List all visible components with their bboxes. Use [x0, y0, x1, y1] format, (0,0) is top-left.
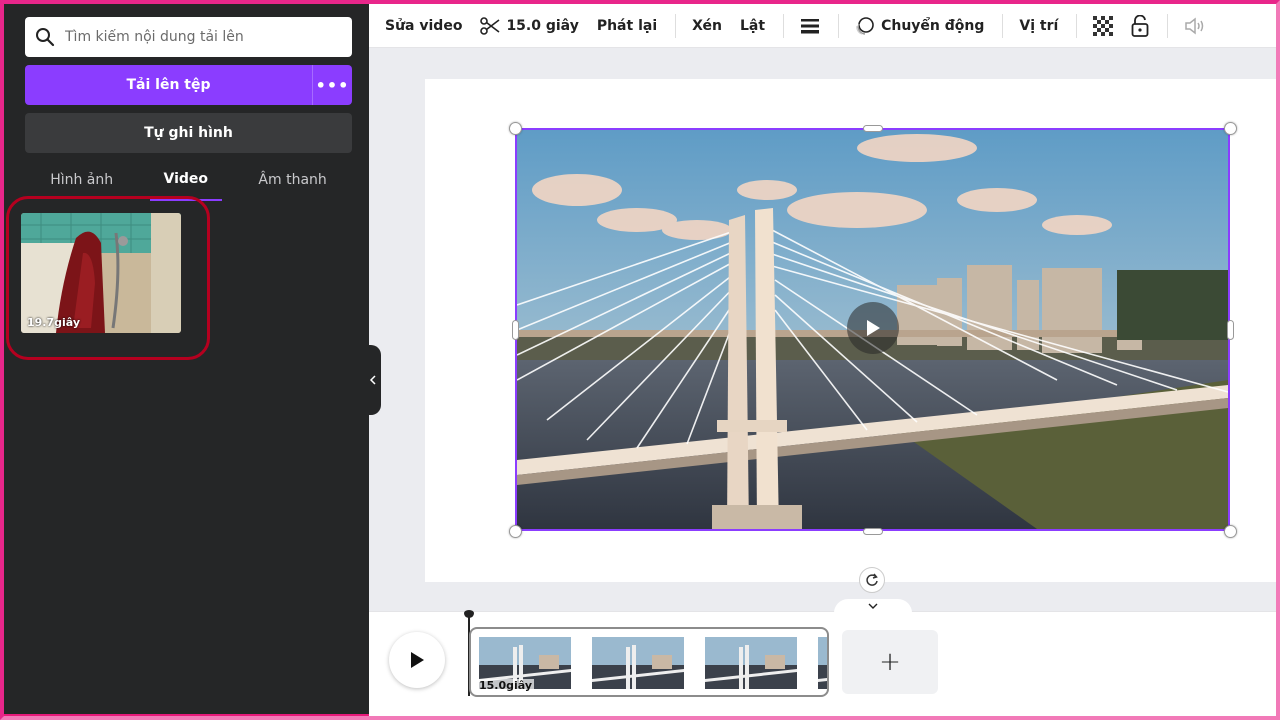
playback-label: Phát lại — [596, 17, 658, 34]
tab-audio[interactable]: Âm thanh — [244, 164, 340, 196]
transparency-icon — [1093, 15, 1114, 36]
animate-icon — [856, 16, 874, 35]
resize-handle-bottom-left[interactable] — [509, 525, 522, 538]
transparency-button[interactable] — [1093, 15, 1114, 36]
upload-more-button[interactable]: ••• — [312, 65, 352, 105]
toolbar-divider — [1002, 13, 1004, 38]
resize-handle-left[interactable] — [512, 320, 519, 340]
timeline-collapse-toggle[interactable] — [834, 599, 912, 613]
timeline-play-button[interactable] — [389, 632, 445, 688]
edit-video-button[interactable]: Sửa video — [385, 18, 462, 34]
upload-row: Tải lên tệp ••• — [25, 65, 352, 105]
toolbar-divider — [1167, 13, 1169, 38]
timeline-panel: 15.0giây + — [369, 599, 1276, 716]
line-weight-icon — [801, 18, 820, 33]
tab-images[interactable]: Hình ảnh — [36, 164, 127, 196]
video-play-button[interactable] — [847, 302, 899, 354]
canvas-workspace — [369, 48, 1276, 611]
animate-label: Chuyển động — [881, 17, 985, 34]
speaker-icon — [1185, 16, 1204, 35]
uploaded-video-thumbnail[interactable]: 19.7giây — [21, 213, 181, 333]
upload-file-button[interactable]: Tải lên tệp — [25, 65, 312, 105]
add-clip-button[interactable]: + — [842, 630, 938, 694]
resize-handle-right[interactable] — [1227, 320, 1234, 340]
clip-duration-label: 15.0giây — [477, 679, 535, 692]
trim-button[interactable]: 15.0 giây — [480, 16, 579, 35]
border-style-button[interactable] — [800, 18, 820, 34]
toolbar-divider — [838, 13, 840, 38]
editor-toolbar: Sửa video 15.0 giây Phát lại Xén Lật Chu… — [369, 4, 1276, 48]
resize-handle-bottom[interactable] — [863, 528, 883, 535]
search-icon — [36, 28, 55, 47]
trim-duration-label: 15.0 giây — [506, 17, 579, 34]
play-icon — [867, 320, 880, 336]
toolbar-divider — [783, 13, 785, 38]
toolbar-divider — [1076, 13, 1078, 38]
clip-frame — [705, 637, 797, 689]
resize-handle-top-right[interactable] — [1224, 122, 1237, 135]
resize-handle-top-left[interactable] — [509, 122, 522, 135]
record-yourself-button[interactable]: Tự ghi hình — [25, 113, 352, 153]
edit-video-label: Sửa video — [385, 17, 463, 34]
lock-button[interactable] — [1131, 14, 1149, 37]
position-label: Vị trí — [1019, 17, 1059, 34]
resize-handle-bottom-right[interactable] — [1224, 525, 1237, 538]
unlock-icon — [1131, 14, 1149, 37]
clip-frame — [592, 637, 684, 689]
position-button[interactable]: Vị trí — [1019, 18, 1058, 34]
play-icon — [411, 652, 424, 668]
search-box[interactable] — [25, 17, 352, 57]
collapse-sidebar-button[interactable] — [365, 345, 381, 415]
chevron-down-icon — [868, 603, 878, 609]
resize-handle-top[interactable] — [863, 125, 883, 132]
volume-button[interactable] — [1184, 16, 1206, 35]
scissors-icon — [480, 16, 500, 35]
timeline-clip[interactable]: 15.0giây — [469, 627, 829, 697]
crop-label: Xén — [692, 17, 723, 34]
toolbar-divider — [675, 13, 677, 38]
search-input[interactable] — [65, 29, 335, 45]
rotate-button[interactable] — [859, 567, 885, 593]
flip-label: Lật — [740, 17, 766, 34]
animate-button[interactable]: Chuyển động — [855, 16, 984, 36]
playback-button[interactable]: Phát lại — [597, 18, 657, 34]
rotate-icon — [866, 573, 878, 586]
video-thumbnail-image — [21, 213, 181, 333]
crop-button[interactable]: Xén — [692, 18, 722, 34]
flip-button[interactable]: Lật — [740, 18, 765, 34]
video-duration-label: 19.7giây — [27, 316, 81, 329]
chevron-left-icon — [369, 375, 376, 385]
clip-frame — [818, 637, 827, 689]
